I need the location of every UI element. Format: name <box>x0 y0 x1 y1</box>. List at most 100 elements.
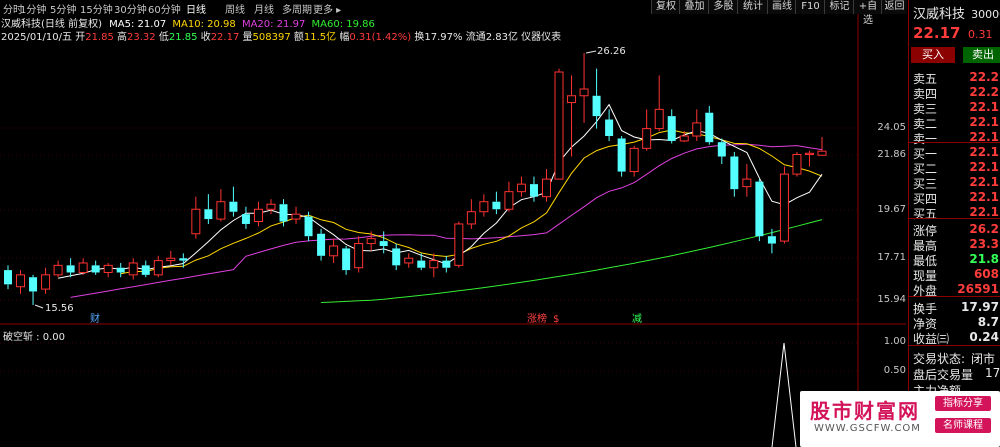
stat2-row-label: 收益㈢ <box>913 332 950 346</box>
event-jian-marker[interactable]: 减 <box>632 313 642 325</box>
watermark-title: 股市财富网 <box>810 399 920 423</box>
bid-row: 买二 22.1 <box>913 160 1000 176</box>
bid-row-value: 22.1 <box>969 145 999 159</box>
price-change: 0.31 <box>967 28 993 41</box>
candle-body <box>128 262 138 276</box>
price-axis-label: 15.94 <box>877 294 906 305</box>
candle-body <box>429 260 439 269</box>
watermark-tag-courses: 名师课程 <box>935 418 991 433</box>
indicator-axis-1: 1.00 <box>883 336 906 347</box>
candle-body <box>204 209 213 220</box>
stock-code: 30000 <box>971 8 1000 21</box>
candle-body <box>567 95 577 104</box>
candle-body <box>554 71 564 180</box>
sell-button[interactable]: 卖出 <box>963 47 1000 63</box>
candle-body <box>804 152 814 156</box>
bid-row-value: 22.1 <box>969 175 999 189</box>
price-axis-label: 21.86 <box>877 149 906 160</box>
bid-row-value: 22.1 <box>969 160 999 174</box>
candle-body <box>103 264 113 273</box>
candle-body <box>767 236 776 244</box>
candle-body <box>266 203 276 210</box>
candle-body <box>592 95 601 117</box>
stat-row: 涨停 26.2 <box>913 222 1000 238</box>
candle-body <box>241 214 250 224</box>
indicator-name: 破空斩 : 0.00 <box>3 332 65 343</box>
stat2-row: 换手 17.97 <box>913 300 1000 316</box>
candle-body <box>354 243 364 269</box>
bid-row-label: 买五 <box>913 207 938 221</box>
candle-body <box>541 178 551 198</box>
stat2-row-value: 8.7 <box>977 315 999 329</box>
stat-row-value: 23.3 <box>969 237 999 251</box>
price-axis-label: 24.05 <box>877 122 906 133</box>
candle-body <box>705 112 714 143</box>
candle-body <box>629 147 639 173</box>
high-pointer <box>585 50 597 54</box>
candle-body <box>755 181 764 237</box>
stat2-row-value: 0.24 <box>969 330 999 344</box>
candle-body <box>529 184 538 197</box>
stat-row-label: 外盘 <box>913 284 938 298</box>
candle-body <box>379 241 388 246</box>
watermark-url: WWW.GSCFW.COM <box>814 423 921 434</box>
candle-body <box>579 88 589 97</box>
stat-row: 最高 23.3 <box>913 237 1000 253</box>
kline-chart[interactable]: 26.26 15.56 财 涨榜 $ 减 <box>0 0 906 447</box>
candle-body <box>417 260 426 268</box>
candle-body <box>605 119 614 137</box>
bid-row-value: 22.1 <box>969 190 999 204</box>
stock-name: 汉威科技 <box>913 7 966 22</box>
current-price: 22.17 <box>913 24 961 42</box>
candle-body <box>466 211 476 225</box>
quote-panel: 汉威科技 30000 22.17 0.31 1 买入 卖出 卖五22.2卖四22… <box>908 0 1000 447</box>
ask-row-value: 22.2 <box>969 70 999 84</box>
candle-body <box>617 138 626 172</box>
candle-body <box>366 238 376 245</box>
candle-body <box>717 142 726 157</box>
stat-row: 外盘 26591 <box>913 282 1000 298</box>
candle-body <box>91 265 100 273</box>
event-zhangbang-marker[interactable]: 涨榜 <box>527 312 547 325</box>
ask-row-value: 22.1 <box>969 100 999 114</box>
candle-body <box>304 216 313 237</box>
candle-body <box>16 274 26 288</box>
trade-status-label: 交易状态: <box>913 352 966 366</box>
candle-body <box>779 173 789 242</box>
high-label: 26.26 <box>597 46 626 57</box>
indicator-label: 破空斩 : 0.00 <box>3 328 65 343</box>
ask-row-value: 22.1 <box>969 115 999 129</box>
stat2-row-value: 17.97 <box>961 300 999 314</box>
candle-body <box>792 154 802 175</box>
buy-button[interactable]: 买入 <box>911 47 955 63</box>
ask-row: 卖二 22.1 <box>913 115 1000 131</box>
bid-row: 买一 22.1 <box>913 145 1000 161</box>
watermark-logo: 股市财富网 WWW.GSCFW.COM 指标分享 名师课程 <box>800 391 1000 447</box>
candle-body <box>404 257 414 264</box>
stats-divider <box>909 218 1000 219</box>
candle-body <box>504 191 514 210</box>
price-line: 22.17 0.31 1 <box>913 24 1000 42</box>
candle-body <box>642 128 652 149</box>
candle-body <box>342 248 351 271</box>
candle-body <box>479 201 489 213</box>
after-hours-label: 盘后交易量 <box>913 368 974 382</box>
candle-body <box>291 213 301 220</box>
candle-body <box>179 258 188 261</box>
candle-body <box>4 270 12 285</box>
event-dollar-marker[interactable]: $ <box>553 314 559 325</box>
after-hours-value: 17 <box>985 366 1000 380</box>
candle-body <box>153 260 163 276</box>
candle-body <box>317 233 326 256</box>
candle-body <box>78 262 88 273</box>
candle-body <box>216 201 226 220</box>
candle-body <box>329 245 339 257</box>
event-cai-marker[interactable]: 财 <box>90 312 100 325</box>
candle-body <box>279 204 288 222</box>
candle-body <box>817 150 827 156</box>
after-hours-row: 盘后交易量 17 <box>913 366 1000 382</box>
candle-body <box>141 265 150 275</box>
candle-body <box>253 208 263 223</box>
price-axis-label: 19.67 <box>877 204 906 215</box>
watermark-tag-indicators: 指标分享 <box>935 396 991 411</box>
